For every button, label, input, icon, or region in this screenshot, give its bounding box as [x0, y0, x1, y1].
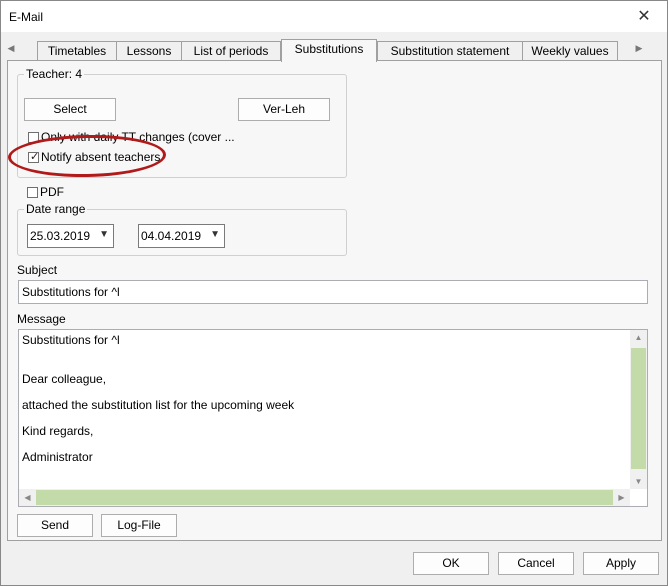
- send-button[interactable]: Send: [17, 514, 93, 537]
- date-range-group: Date range 25.03.2019 ▼ 04.04.2019 ▼: [17, 202, 347, 256]
- message-line: attached the substitution list for the u…: [22, 398, 295, 412]
- verleh-button[interactable]: Ver-Leh: [238, 98, 330, 121]
- date-from-value: 25.03.2019: [30, 229, 91, 243]
- select-button[interactable]: Select: [24, 98, 116, 121]
- title-bar: E-Mail ✕: [1, 1, 667, 32]
- pdf-checkbox[interactable]: [27, 187, 38, 198]
- scroll-down-icon[interactable]: ▼: [630, 477, 647, 486]
- chevron-down-icon[interactable]: ▼: [210, 229, 220, 240]
- cancel-button[interactable]: Cancel: [498, 552, 574, 575]
- notify-absent-label: Notify absent teachers: [41, 150, 161, 164]
- message-line: Administrator: [22, 450, 93, 464]
- message-textarea[interactable]: Substitutions for ^l Dear colleague, att…: [18, 329, 648, 507]
- teacher-group: Teacher: 4 Select Ver-Leh Only with dail…: [17, 67, 347, 178]
- message-line: Dear colleague,: [22, 372, 107, 386]
- scroll-up-icon[interactable]: ▲: [630, 333, 647, 342]
- tab-strip: ◀ Timetables Lessons List of periods Sub…: [1, 39, 668, 62]
- subject-label: Subject: [17, 263, 58, 277]
- tab-scroll-right-icon[interactable]: ▶: [633, 43, 645, 54]
- message-label: Message: [17, 312, 66, 326]
- tab-substitutions[interactable]: Substitutions: [281, 39, 377, 62]
- chevron-down-icon[interactable]: ▼: [99, 229, 109, 240]
- message-horizontal-scrollbar[interactable]: ◀ ▶: [19, 489, 630, 506]
- teacher-legend: Teacher: 4: [24, 67, 85, 81]
- tab-lessons[interactable]: Lessons: [116, 41, 182, 61]
- message-line: Kind regards,: [22, 424, 94, 438]
- pdf-label: PDF: [40, 185, 64, 199]
- ok-button[interactable]: OK: [413, 552, 489, 575]
- date-to-value: 04.04.2019: [141, 229, 202, 243]
- horizontal-scroll-thumb[interactable]: [36, 490, 613, 505]
- subject-input[interactable]: Substitutions for ^l: [18, 280, 648, 304]
- tab-scroll-left-icon[interactable]: ◀: [5, 43, 17, 54]
- date-range-legend: Date range: [24, 202, 88, 216]
- subject-value: Substitutions for ^l: [22, 285, 120, 299]
- tab-panel-substitutions: Teacher: 4 Select Ver-Leh Only with dail…: [7, 60, 662, 541]
- only-daily-checkbox[interactable]: [28, 132, 39, 143]
- message-line: Substitutions for ^l: [22, 333, 120, 347]
- message-vertical-scrollbar[interactable]: ▲ ▼: [630, 330, 647, 489]
- date-to-combo[interactable]: 04.04.2019 ▼: [138, 224, 225, 248]
- date-from-combo[interactable]: 25.03.2019 ▼: [27, 224, 114, 248]
- scroll-right-icon[interactable]: ▶: [613, 493, 630, 502]
- apply-button[interactable]: Apply: [583, 552, 659, 575]
- notify-absent-checkbox[interactable]: ✓: [28, 151, 40, 163]
- tab-substitution-statement[interactable]: Substitution statement: [377, 41, 523, 61]
- vertical-scroll-thumb[interactable]: [631, 348, 646, 469]
- checkmark-icon: ✓: [30, 151, 40, 163]
- email-dialog: E-Mail ✕ ◀ Timetables Lessons List of pe…: [0, 0, 668, 586]
- tab-list-of-periods[interactable]: List of periods: [181, 41, 281, 61]
- tab-timetables[interactable]: Timetables: [37, 41, 117, 61]
- close-icon[interactable]: ✕: [621, 1, 667, 32]
- scroll-left-icon[interactable]: ◀: [19, 493, 36, 502]
- only-daily-label: Only with daily TT changes (cover ...: [41, 130, 235, 144]
- window-title: E-Mail: [9, 10, 44, 24]
- logfile-button[interactable]: Log-File: [101, 514, 177, 537]
- tab-weekly-values[interactable]: Weekly values: [522, 41, 618, 61]
